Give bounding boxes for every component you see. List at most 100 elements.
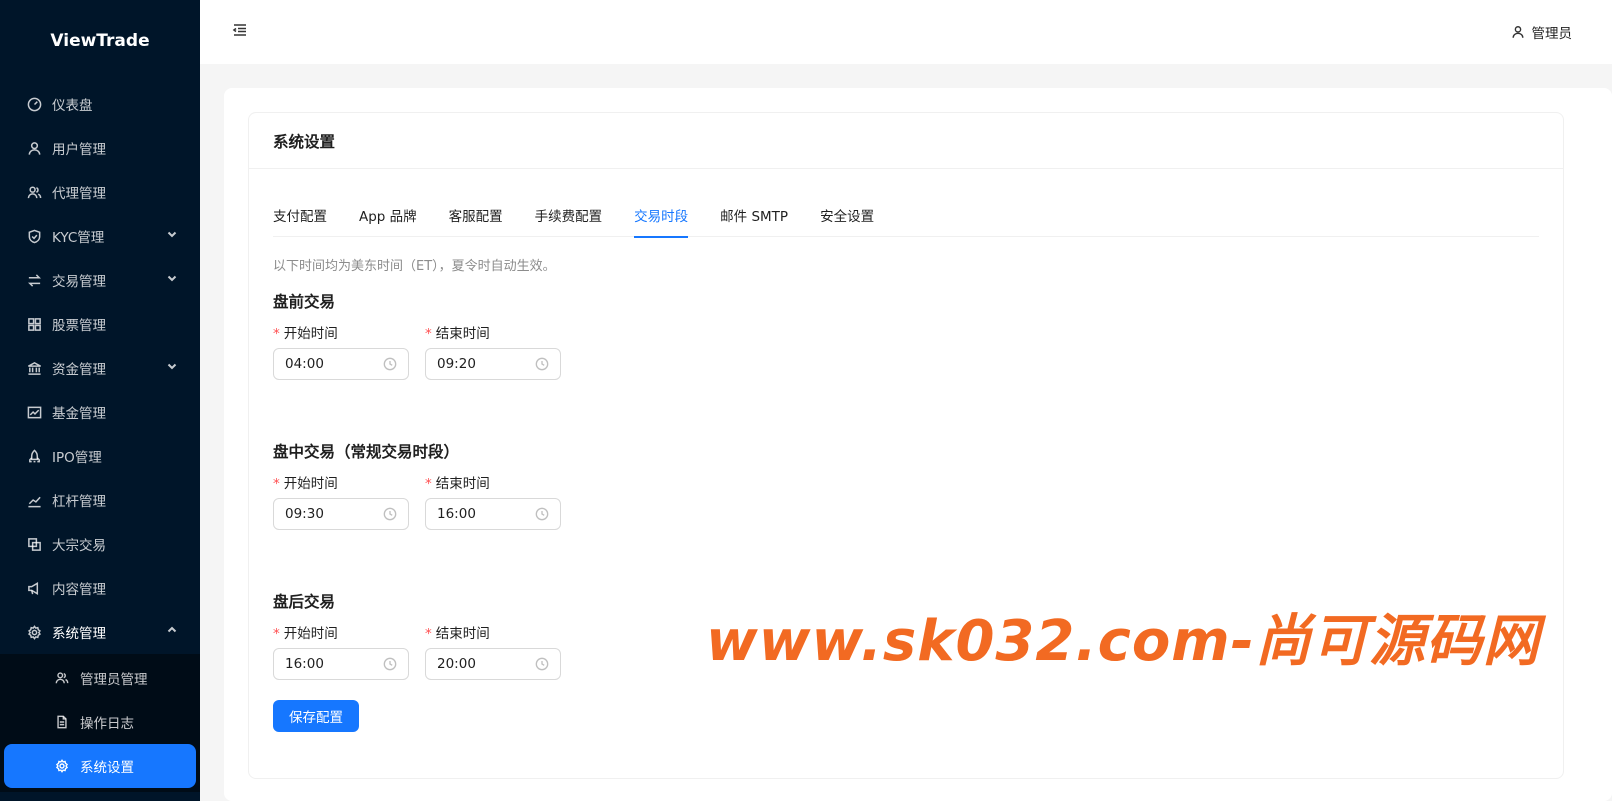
team-icon xyxy=(26,184,42,200)
time-value: 04:00 xyxy=(285,356,324,372)
clock-icon xyxy=(383,657,397,671)
tab-payment[interactable]: 支付配置 xyxy=(273,195,327,237)
stock-icon xyxy=(26,492,42,508)
start-time-label: 开始时间 xyxy=(283,476,338,492)
system-submenu: 管理员管理 操作日志 系统设置 xyxy=(0,654,200,792)
sidebar-item-system[interactable]: 系统管理 xyxy=(0,610,200,654)
file-icon xyxy=(54,714,70,730)
sidebar-item-label: IPO管理 xyxy=(52,450,102,466)
sidebar-item-users[interactable]: 用户管理 xyxy=(0,126,200,170)
clock-icon xyxy=(383,507,397,521)
time-value: 09:30 xyxy=(285,506,324,522)
chevron-down-icon xyxy=(166,272,178,288)
shield-icon xyxy=(26,228,42,244)
required-mark: * xyxy=(273,326,280,342)
sidebar-item-label: KYC管理 xyxy=(52,230,105,246)
block-icon xyxy=(26,536,42,552)
sidebar-item-label: 管理员管理 xyxy=(80,672,148,688)
sidebar-item-label: 大宗交易 xyxy=(52,538,106,554)
clock-icon xyxy=(535,357,549,371)
top-header: 管理员 xyxy=(200,0,1612,64)
dashboard-icon xyxy=(26,96,42,112)
regular-start-time-picker[interactable]: 09:30 xyxy=(273,498,409,530)
setting-icon xyxy=(26,624,42,640)
tab-smtp[interactable]: 邮件 SMTP xyxy=(720,195,788,237)
sidebar-item-admins[interactable]: 管理员管理 xyxy=(4,656,196,700)
section-title: 盘前交易 xyxy=(273,293,336,311)
user-name: 管理员 xyxy=(1531,26,1573,42)
tab-app-brand[interactable]: App 品牌 xyxy=(359,195,417,237)
sidebar-item-block-trades[interactable]: 大宗交易 xyxy=(0,522,200,566)
sidebar-item-label: 交易管理 xyxy=(52,274,106,290)
sidebar-item-label: 内容管理 xyxy=(52,582,106,598)
sidebar-item-label: 资金管理 xyxy=(52,362,106,378)
sidebar-item-label: 系统管理 xyxy=(52,626,106,642)
required-mark: * xyxy=(273,626,280,642)
afterhours-start-time-picker[interactable]: 16:00 xyxy=(273,648,409,680)
time-value: 16:00 xyxy=(285,656,324,672)
sidebar-item-content[interactable]: 内容管理 xyxy=(0,566,200,610)
sidebar-item-label: 操作日志 xyxy=(80,716,134,732)
fund-icon xyxy=(26,404,42,420)
sidebar-item-label: 系统设置 xyxy=(80,760,134,776)
team-icon xyxy=(54,670,70,686)
brand-logo: ViewTrade xyxy=(50,31,150,51)
regular-session-section: 盘中交易（常规交易时段） * 开始时间 09:30 * 结束时间 16:00 xyxy=(273,440,1539,530)
tab-fees[interactable]: 手续费配置 xyxy=(535,195,603,237)
rocket-icon xyxy=(26,448,42,464)
start-time-label: 开始时间 xyxy=(283,626,338,642)
sidebar-item-kyc[interactable]: KYC管理 xyxy=(0,214,200,258)
clock-icon xyxy=(535,507,549,521)
premarket-section: 盘前交易 * 开始时间 04:00 * 结束时间 09:20 xyxy=(273,290,1539,380)
sidebar-item-label: 基金管理 xyxy=(52,406,106,422)
time-value: 09:20 xyxy=(437,356,476,372)
regular-end-time-picker[interactable]: 16:00 xyxy=(425,498,561,530)
start-time-label: 开始时间 xyxy=(283,326,338,342)
end-time-label: 结束时间 xyxy=(435,626,490,642)
sidebar: ViewTrade 仪表盘 用户管理 代理管理 KYC管理 交易管理 股票管理 xyxy=(0,0,200,801)
required-mark: * xyxy=(425,626,432,642)
end-time-label: 结束时间 xyxy=(435,476,490,492)
afterhours-end-time-picker[interactable]: 20:00 xyxy=(425,648,561,680)
tab-security[interactable]: 安全设置 xyxy=(820,195,874,237)
sidebar-item-agents[interactable]: 代理管理 xyxy=(0,170,200,214)
premarket-start-time-picker[interactable]: 04:00 xyxy=(273,348,409,380)
main-content: 系统设置 支付配置 App 品牌 客服配置 手续费配置 交易时段 邮件 SMTP… xyxy=(224,88,1612,801)
sidebar-item-system-settings[interactable]: 系统设置 xyxy=(4,744,196,788)
sidebar-item-label: 代理管理 xyxy=(52,186,106,202)
bank-icon xyxy=(26,360,42,376)
sidebar-item-label: 用户管理 xyxy=(52,142,106,158)
notification-icon xyxy=(26,580,42,596)
clock-icon xyxy=(535,657,549,671)
timezone-notice: 以下时间均为美东时间（ET），夏令时自动生效。 xyxy=(273,259,556,274)
premarket-end-time-picker[interactable]: 09:20 xyxy=(425,348,561,380)
sidebar-item-stocks[interactable]: 股票管理 xyxy=(0,302,200,346)
appstore-icon xyxy=(26,316,42,332)
save-config-button[interactable]: 保存配置 xyxy=(273,700,359,732)
sidebar-menu: 仪表盘 用户管理 代理管理 KYC管理 交易管理 股票管理 资金管理 基金管理 … xyxy=(0,82,200,654)
sidebar-item-dashboard[interactable]: 仪表盘 xyxy=(0,82,200,126)
sidebar-item-operation-logs[interactable]: 操作日志 xyxy=(4,700,196,744)
chevron-up-icon xyxy=(166,624,178,640)
user-menu[interactable]: 管理员 xyxy=(1511,22,1573,42)
sidebar-item-label: 仪表盘 xyxy=(52,98,93,114)
sidebar-item-fund-products[interactable]: 基金管理 xyxy=(0,390,200,434)
tab-customer-service[interactable]: 客服配置 xyxy=(449,195,503,237)
sidebar-item-ipo[interactable]: IPO管理 xyxy=(0,434,200,478)
end-time-label: 结束时间 xyxy=(435,326,490,342)
user-icon xyxy=(1511,26,1524,38)
time-value: 16:00 xyxy=(437,506,476,522)
sidebar-item-funds[interactable]: 资金管理 xyxy=(0,346,200,390)
required-mark: * xyxy=(425,326,432,342)
chevron-down-icon xyxy=(166,228,178,244)
sidebar-item-label: 杠杆管理 xyxy=(52,494,106,510)
page-title: 系统设置 xyxy=(249,113,1563,169)
required-mark: * xyxy=(273,476,280,492)
sidebar-item-leverage[interactable]: 杠杆管理 xyxy=(0,478,200,522)
settings-tabs: 支付配置 App 品牌 客服配置 手续费配置 交易时段 邮件 SMTP 安全设置 xyxy=(273,195,1539,238)
required-mark: * xyxy=(425,476,432,492)
menu-fold-icon[interactable] xyxy=(232,22,248,42)
sidebar-item-trades[interactable]: 交易管理 xyxy=(0,258,200,302)
user-icon xyxy=(26,140,42,156)
tab-trading-hours[interactable]: 交易时段 xyxy=(634,195,689,238)
